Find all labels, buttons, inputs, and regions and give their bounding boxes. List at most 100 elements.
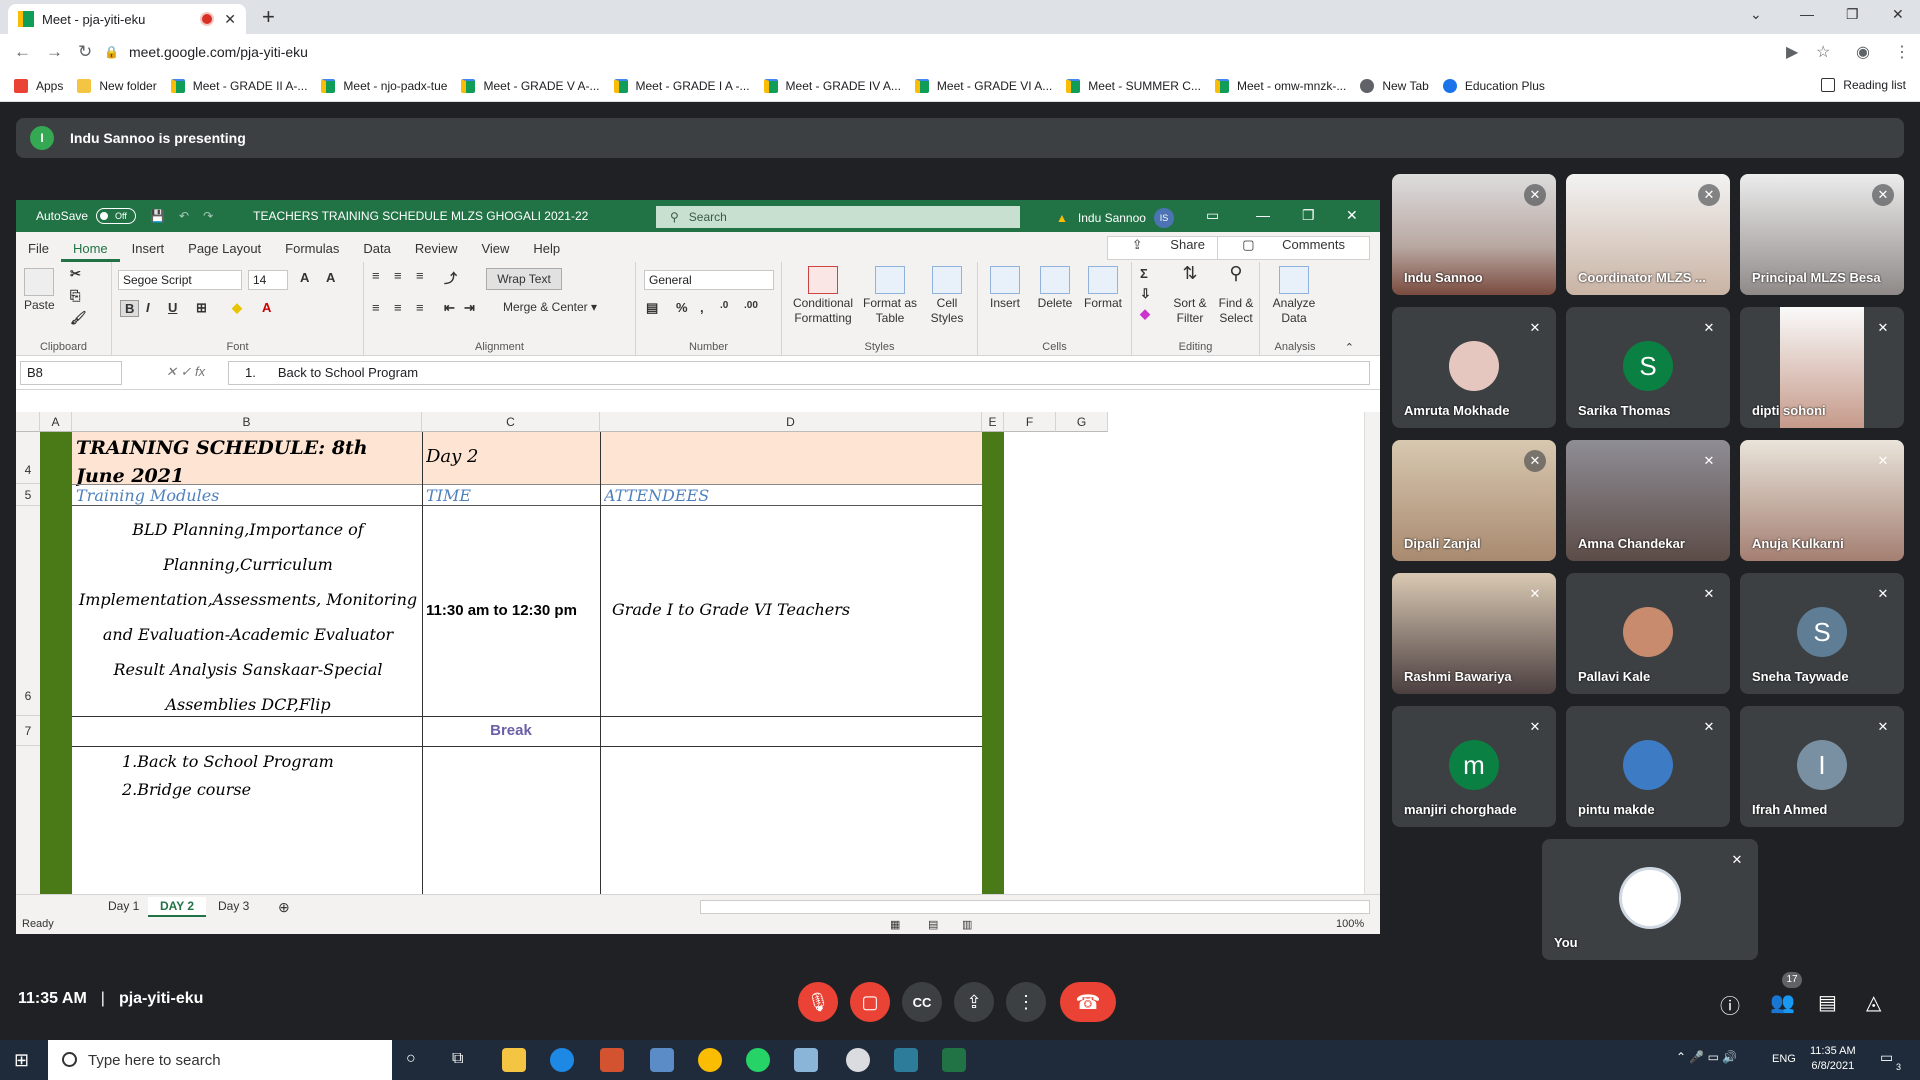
bookmark-item[interactable]: Meet - SUMMER C... (1066, 78, 1201, 93)
powerpoint-icon[interactable] (600, 1048, 624, 1072)
format-cells-button[interactable]: Format (1080, 266, 1126, 311)
bookmark-item[interactable]: Meet - GRADE I A -... (613, 78, 750, 93)
comments-button[interactable]: ▢ Comments (1217, 236, 1370, 260)
excel-search[interactable]: ⚲ Search (656, 206, 1020, 228)
align-right-icon[interactable]: ≡ (416, 300, 424, 315)
leave-call-button[interactable]: ☎ (1060, 982, 1116, 1022)
tray-icons[interactable]: ⌃ 🎤 ▭ 🔊 (1676, 1050, 1737, 1064)
increase-indent-icon[interactable]: ⇥ (464, 300, 475, 316)
column-header[interactable]: A (40, 412, 72, 432)
percent-icon[interactable]: % (676, 300, 688, 315)
zoom-level[interactable]: 100% (1336, 918, 1364, 930)
tab-page-layout[interactable]: Page Layout (176, 241, 273, 262)
page-break-icon[interactable]: ▥ (962, 918, 972, 931)
borders-icon[interactable]: ⊞ (196, 300, 207, 316)
row-header[interactable]: 4 (16, 432, 40, 484)
align-center-icon[interactable]: ≡ (394, 300, 402, 315)
participant-tile[interactable]: ✕ Amruta Mokhade (1392, 307, 1556, 428)
undo-icon[interactable]: ↶ (179, 209, 189, 223)
decrease-font-icon[interactable]: A (326, 270, 335, 285)
cell-d5[interactable]: ATTENDEES (604, 486, 709, 505)
align-bottom-icon[interactable]: ≡ (416, 268, 424, 283)
underline-icon[interactable]: U (168, 300, 177, 315)
format-painter-icon[interactable]: 🖌 (70, 310, 87, 326)
browser-tab[interactable]: Meet - pja-yiti-eku ✕ (8, 4, 246, 34)
app-icon[interactable] (650, 1048, 674, 1072)
profile-icon[interactable]: ◉ (1856, 42, 1870, 62)
close-window-icon[interactable]: ✕ (1892, 6, 1904, 23)
bookmark-item[interactable]: Education Plus (1442, 78, 1545, 93)
save-icon[interactable]: 💾 (150, 209, 165, 223)
excel-user[interactable]: ▲ Indu Sannoo IS (1056, 208, 1174, 228)
bookmark-item[interactable]: Meet - njo-padx-tue (321, 78, 447, 93)
tab-formulas[interactable]: Formulas (273, 241, 351, 262)
reload-icon[interactable]: ↻ (78, 42, 92, 62)
add-sheet-icon[interactable]: ⊕ (266, 897, 302, 917)
maximize-icon[interactable]: ❐ (1846, 6, 1859, 23)
increase-decimal-icon[interactable]: .0 (720, 300, 728, 311)
chrome-icon[interactable] (698, 1048, 722, 1072)
cell-d6[interactable]: Grade I to Grade VI Teachers (612, 600, 850, 619)
excel-icon[interactable] (942, 1048, 966, 1072)
align-middle-icon[interactable]: ≡ (394, 268, 402, 283)
chrome-active-icon[interactable] (846, 1048, 870, 1072)
cortana-icon[interactable]: ○ (406, 1050, 416, 1068)
more-options-button[interactable]: ⋮ (1006, 982, 1046, 1022)
column-header[interactable]: C (422, 412, 600, 432)
participant-tile[interactable]: ✕ Pallavi Kale (1566, 573, 1730, 694)
column-header[interactable]: B (72, 412, 422, 432)
document-title[interactable]: TEACHERS TRAINING SCHEDULE MLZS GHOGALI … (253, 209, 588, 223)
sheet-tab-day3[interactable]: Day 3 (206, 897, 261, 917)
collapse-ribbon-icon[interactable]: ⌃ (1345, 341, 1354, 354)
row-header[interactable]: 5 (16, 484, 40, 506)
participant-tile[interactable]: S ✕ Sarika Thomas (1566, 307, 1730, 428)
paste-button[interactable]: Paste (24, 268, 55, 313)
participant-tile[interactable]: ✕ Indu Sannoo (1392, 174, 1556, 295)
merge-center-button[interactable]: Merge & Center ▾ (490, 300, 610, 315)
notifications-icon[interactable]: ▭ (1880, 1050, 1893, 1065)
url-input[interactable]: 🔒 meet.google.com/pja-yiti-eku (104, 37, 1804, 67)
cell-b4[interactable]: TRAINING SCHEDULE: 8th June 2021 (76, 434, 416, 490)
cell-b5[interactable]: Training Modules (76, 486, 219, 505)
cut-icon[interactable]: ✂ (70, 266, 81, 282)
taskbar-clock[interactable]: 11:35 AM 6/8/2021 (1810, 1044, 1856, 1074)
share-button[interactable]: ⇪ Share (1106, 236, 1230, 260)
participant-tile[interactable]: ✕ Rashmi Bawariya (1392, 573, 1556, 694)
sort-filter-button[interactable]: ⇅ Sort & Filter (1168, 264, 1212, 326)
whatsapp-icon[interactable] (746, 1048, 770, 1072)
row-header[interactable] (16, 746, 40, 894)
minimize-icon[interactable]: — (1256, 207, 1270, 223)
menu-icon[interactable]: ⋮ (1894, 42, 1910, 62)
autosum-icon[interactable]: Σ (1140, 266, 1148, 281)
windows-start-icon[interactable]: ⊞ (14, 1050, 29, 1071)
info-icon[interactable]: ⓘ (1720, 990, 1740, 1019)
participant-tile[interactable]: S ✕ Sneha Taywade (1740, 573, 1904, 694)
participant-tile[interactable]: m ✕ manjiri chorghade (1392, 706, 1556, 827)
present-button[interactable]: ⇪ (954, 982, 994, 1022)
bookmark-apps[interactable]: Apps (14, 78, 63, 93)
copy-icon[interactable]: ⎘ (70, 288, 80, 304)
self-tile[interactable]: ✕ You (1542, 839, 1758, 960)
horizontal-scrollbar[interactable] (700, 900, 1370, 914)
file-explorer-icon[interactable] (502, 1048, 526, 1072)
taskbar-search[interactable]: Type here to search (48, 1040, 392, 1080)
insert-cells-button[interactable]: Insert (982, 266, 1028, 311)
edge-icon[interactable] (550, 1048, 574, 1072)
close-icon[interactable]: ✕ (1346, 207, 1358, 224)
mic-toggle-button[interactable]: 🎙 (798, 982, 838, 1022)
cell-c5[interactable]: TIME (426, 486, 471, 505)
app-icon[interactable] (794, 1048, 818, 1072)
back-icon[interactable]: ← (14, 42, 31, 62)
italic-icon[interactable]: I (146, 300, 150, 315)
column-header[interactable]: F (1004, 412, 1056, 432)
minimize-icon[interactable]: — (1800, 6, 1814, 22)
activities-icon[interactable]: ◬ (1866, 990, 1881, 1015)
select-all-corner[interactable] (16, 412, 40, 432)
captions-button[interactable]: CC (902, 982, 942, 1022)
analyze-data-button[interactable]: Analyze Data (1266, 266, 1322, 326)
page-layout-icon[interactable]: ▤ (928, 918, 938, 931)
task-view-icon[interactable]: ⧉ (452, 1050, 463, 1068)
participant-tile[interactable]: ✕ pintu makde (1566, 706, 1730, 827)
fx-icon[interactable]: ✕ ✓ fx (166, 364, 205, 380)
cell-b8-line2[interactable]: 2.Bridge course (122, 780, 251, 799)
